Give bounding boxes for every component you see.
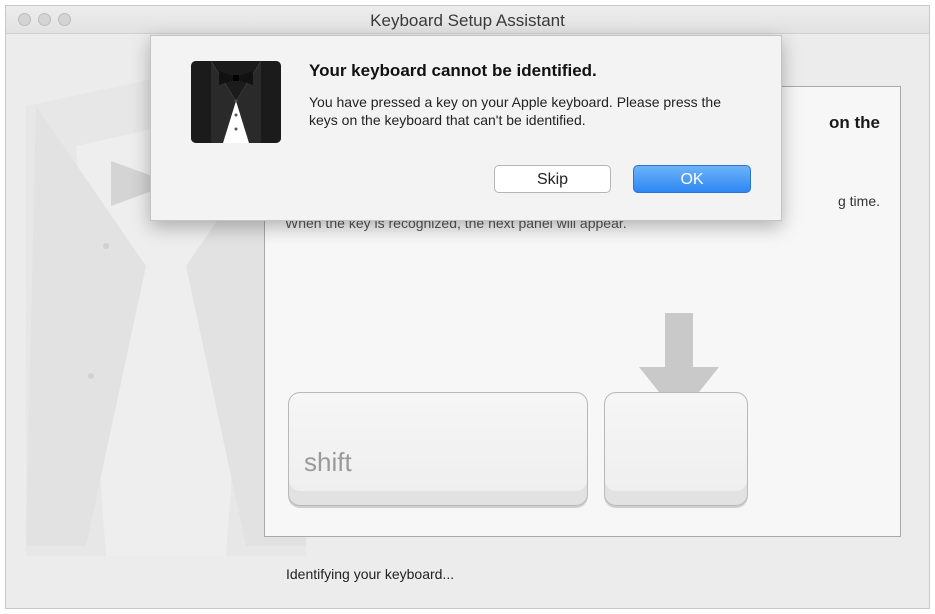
shift-key: shift (288, 392, 588, 506)
shift-key-label: shift (304, 447, 352, 477)
tuxedo-icon (191, 61, 281, 143)
alert-message: You have pressed a key on your Apple key… (309, 94, 721, 128)
unidentified-key (604, 392, 748, 506)
ok-button[interactable]: OK (633, 165, 751, 193)
alert-title: Your keyboard cannot be identified. (309, 61, 597, 80)
skip-button[interactable]: Skip (494, 165, 611, 193)
title-bar[interactable]: Keyboard Setup Assistant (6, 6, 929, 34)
window-title: Keyboard Setup Assistant (370, 11, 565, 30)
status-text: Identifying your keyboard... (286, 566, 455, 582)
alert-sheet: Your keyboard cannot be identified. You … (150, 35, 782, 221)
